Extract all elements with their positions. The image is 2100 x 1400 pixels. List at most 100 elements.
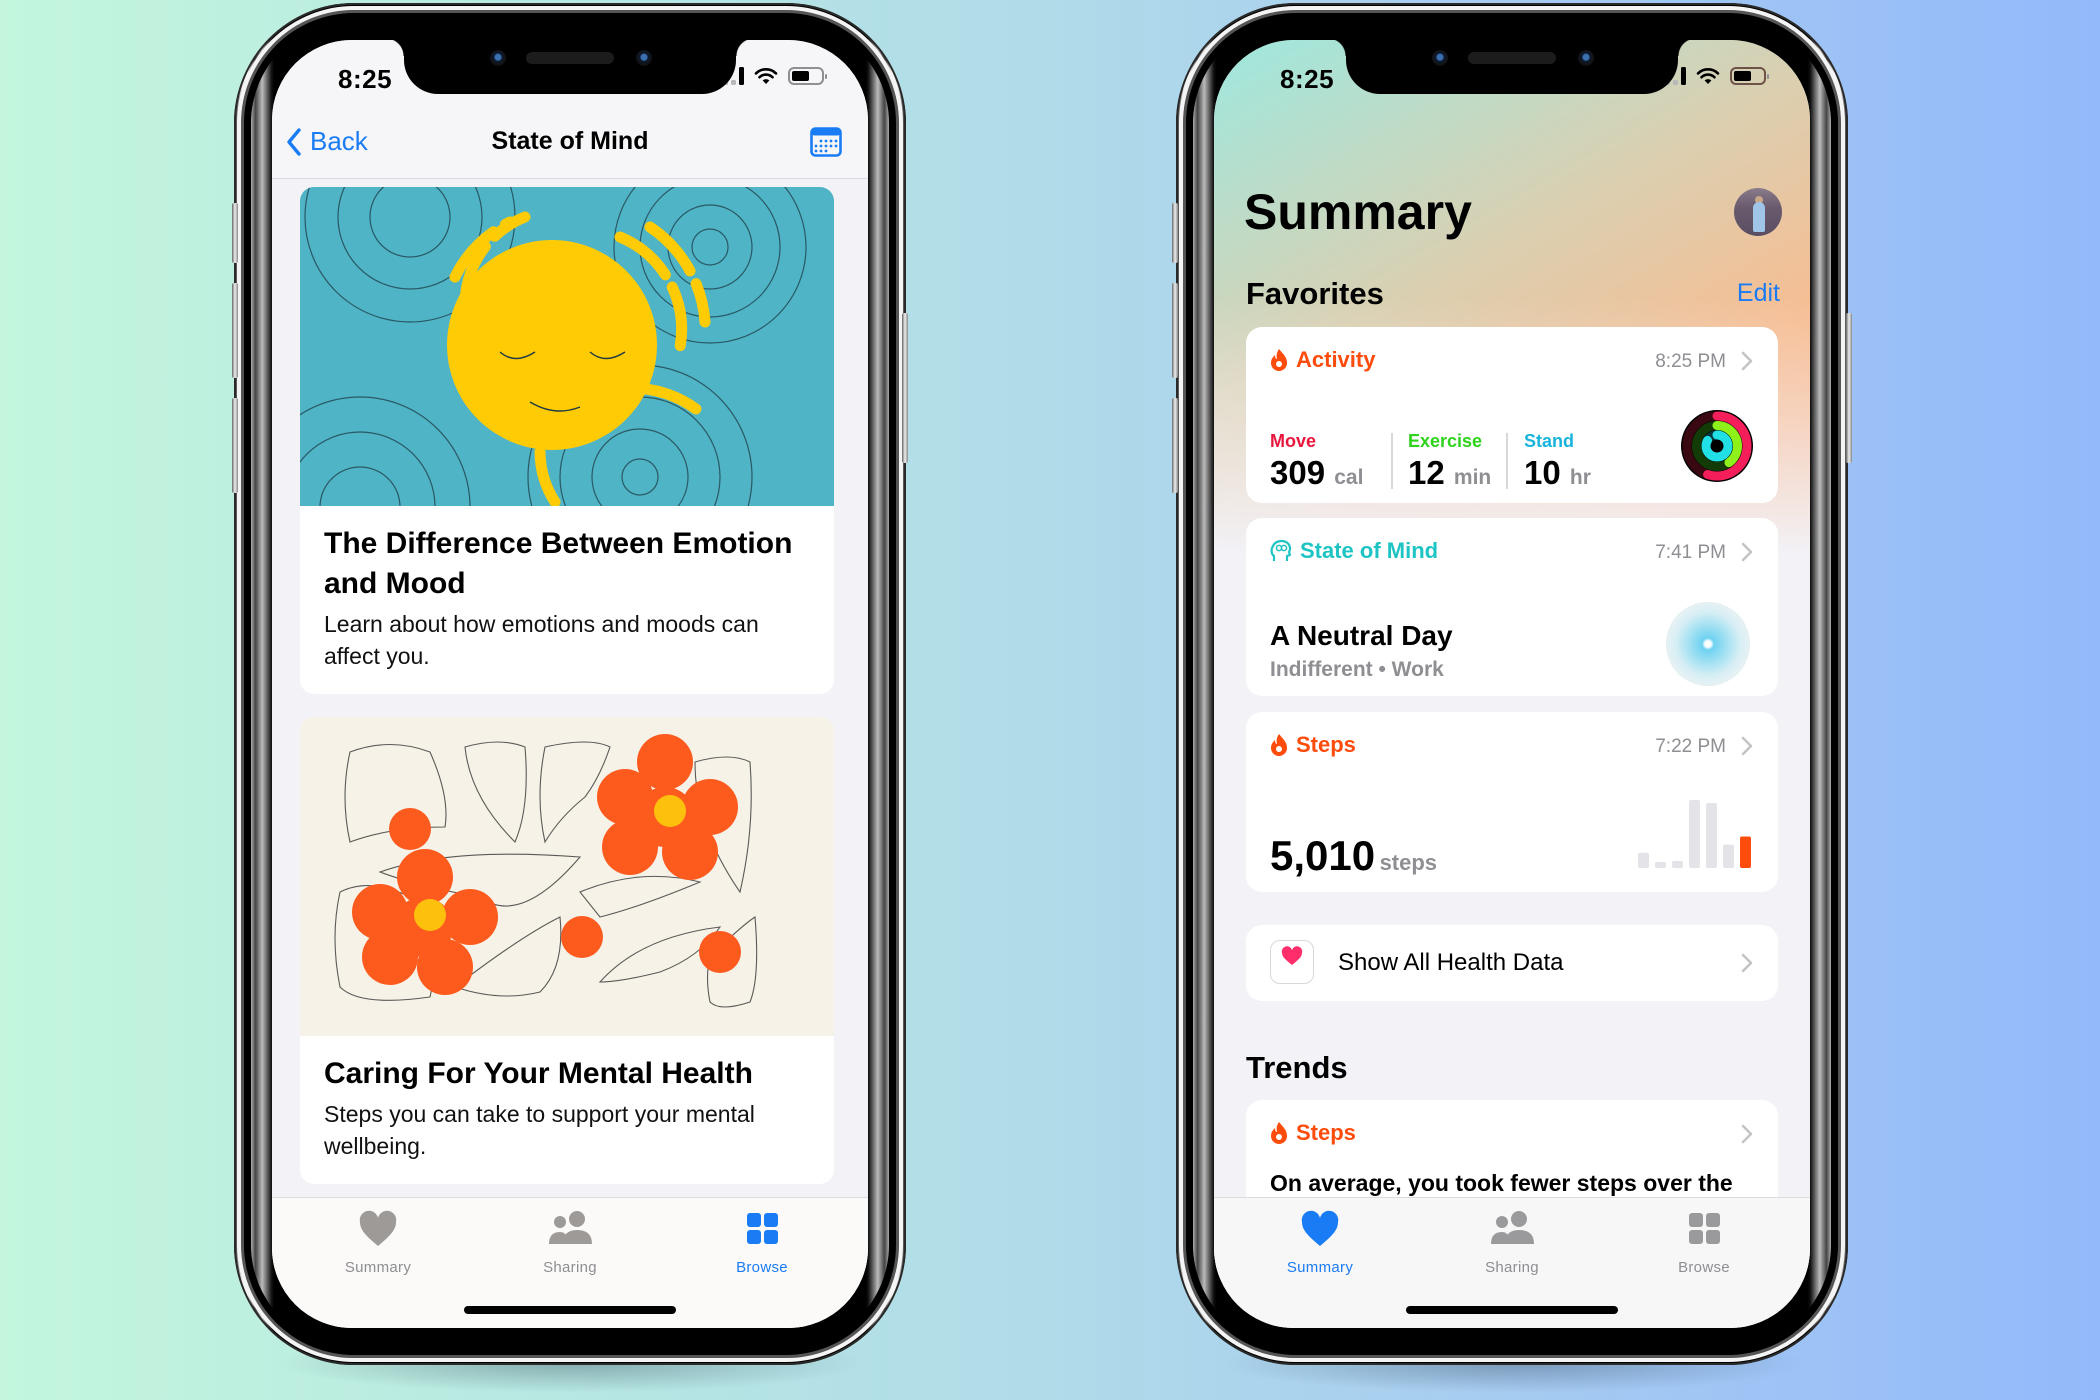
activity-card[interactable]: Activity 8:25 PM Move 309 cal Exercise 1… <box>1246 327 1778 503</box>
stand-metric: Stand 10 hr <box>1524 431 1591 492</box>
steps-time: 7:22 PM <box>1655 736 1726 757</box>
battery-icon <box>788 67 827 85</box>
volume-down-button <box>1172 398 1178 493</box>
grid-icon <box>1689 1213 1720 1244</box>
article-description: Learn about how emotions and moods can a… <box>324 611 759 669</box>
sensor <box>636 50 652 66</box>
article-description: Steps you can take to support your menta… <box>324 1101 755 1159</box>
tab-label: Summary <box>344 1259 412 1276</box>
stand-unit: hr <box>1569 466 1591 489</box>
orange-flowers-illustration <box>300 717 834 1036</box>
tab-label: Sharing <box>543 1259 597 1276</box>
trends-description: On average, you took fewer steps over th… <box>1270 1170 1733 1196</box>
chevron-right-icon <box>1741 542 1753 562</box>
speaker <box>526 52 614 64</box>
mute-switch <box>1172 203 1178 263</box>
screen: 8:25 Summary Favorites Edit Activity 8:2… <box>1214 40 1810 1328</box>
power-button <box>1846 313 1852 463</box>
battery-icon <box>1730 67 1769 85</box>
divider <box>1506 433 1508 489</box>
articles-list[interactable]: The Difference Between Emotion and Mood … <box>272 179 868 1328</box>
people-icon <box>549 1211 592 1244</box>
camera <box>1432 50 1448 66</box>
activity-rings-icon <box>1681 410 1753 482</box>
move-metric: Move 309 cal <box>1270 431 1363 492</box>
home-indicator[interactable] <box>1406 1306 1618 1314</box>
wifi-icon <box>754 67 778 84</box>
tab-label: Browse <box>1678 1259 1730 1276</box>
status-time: 8:25 <box>1280 64 1335 94</box>
article-card[interactable]: Caring For Your Mental Health Steps you … <box>300 717 834 1184</box>
show-all-health-data-button[interactable]: Show All Health Data <box>1246 925 1778 1001</box>
steps-card[interactable]: Steps 7:22 PM 5,010 steps <box>1246 712 1778 892</box>
stand-label: Stand <box>1524 431 1575 451</box>
steps-unit: steps <box>1379 850 1438 875</box>
exercise-label: Exercise <box>1408 431 1483 451</box>
steps-bar <box>1655 861 1666 868</box>
steps-bar <box>1706 803 1717 868</box>
steps-mini-chart <box>1638 800 1751 868</box>
state-of-mind-card[interactable]: State of Mind 7:41 PM A Neutral Day Indi… <box>1246 518 1778 696</box>
heart-icon <box>1301 1210 1339 1246</box>
tab-browse[interactable]: Browse <box>692 1210 832 1276</box>
state-of-mind-label: State of Mind <box>1300 538 1439 563</box>
tab-label: Sharing <box>1485 1259 1539 1276</box>
tab-browse[interactable]: Browse <box>1634 1210 1774 1276</box>
battery-level <box>1734 71 1751 81</box>
tab-label: Browse <box>736 1259 788 1276</box>
tab-summary[interactable]: Summary <box>308 1210 448 1276</box>
page-title: Summary <box>1244 184 1472 240</box>
chevron-right-icon <box>1741 953 1753 973</box>
home-indicator[interactable] <box>464 1306 676 1314</box>
mood-subtitle: Indifferent • Work <box>1270 658 1444 681</box>
steps-value: 5,010 <box>1270 832 1376 879</box>
state-of-mind-time: 7:41 PM <box>1655 542 1726 563</box>
notch <box>386 40 754 94</box>
battery-level <box>792 71 809 81</box>
volume-down-button <box>232 398 238 493</box>
activity-time: 8:25 PM <box>1655 351 1726 372</box>
flame-icon <box>1271 1122 1287 1144</box>
tab-sharing[interactable]: Sharing <box>500 1210 640 1276</box>
steps-bar <box>1672 860 1683 868</box>
steps-bar <box>1638 852 1649 868</box>
exercise-value: 12 <box>1408 454 1445 491</box>
left-phone: 8:25 Back State of Mind The Difference B… <box>232 3 908 1393</box>
trends-steps-label: Steps <box>1296 1120 1356 1145</box>
status-time: 8:25 <box>338 64 393 94</box>
tab-summary[interactable]: Summary <box>1250 1210 1390 1276</box>
profile-avatar[interactable] <box>1734 188 1782 236</box>
volume-up-button <box>1172 283 1178 378</box>
neutral-mood-orb-icon <box>1666 602 1750 686</box>
stand-value: 10 <box>1524 454 1561 491</box>
favorites-heading: Favorites <box>1246 276 1384 311</box>
steps-bar <box>1740 836 1751 868</box>
power-button <box>902 313 908 463</box>
trends-heading: Trends <box>1246 1050 1348 1085</box>
article-title: Caring For Your Mental Health <box>324 1057 753 1090</box>
speaker <box>1468 52 1556 64</box>
page-title: State of Mind <box>491 127 649 155</box>
edit-favorites-button[interactable]: Edit <box>1737 279 1780 308</box>
flame-icon <box>1271 349 1287 371</box>
move-label: Move <box>1270 431 1317 451</box>
chevron-right-icon <box>1741 736 1753 756</box>
move-unit: cal <box>1334 466 1364 489</box>
sensor <box>1578 50 1594 66</box>
show-all-label: Show All Health Data <box>1338 949 1564 976</box>
illustration-art <box>300 187 807 506</box>
activity-label: Activity <box>1296 347 1376 372</box>
flame-icon <box>1271 734 1287 756</box>
tab-sharing[interactable]: Sharing <box>1442 1210 1582 1276</box>
people-icon <box>1491 1211 1534 1244</box>
calendar-icon[interactable] <box>810 127 842 157</box>
steps-bar <box>1689 800 1700 868</box>
article-card[interactable]: The Difference Between Emotion and Mood … <box>300 187 834 694</box>
right-phone: 8:25 Summary Favorites Edit Activity 8:2… <box>1172 3 1852 1393</box>
grid-icon <box>747 1213 778 1244</box>
mood-title: A Neutral Day <box>1270 620 1453 651</box>
steps-label: Steps <box>1296 732 1356 757</box>
exercise-metric: Exercise 12 min <box>1408 431 1491 492</box>
heart-icon <box>359 1210 397 1246</box>
exercise-unit: min <box>1453 466 1492 489</box>
